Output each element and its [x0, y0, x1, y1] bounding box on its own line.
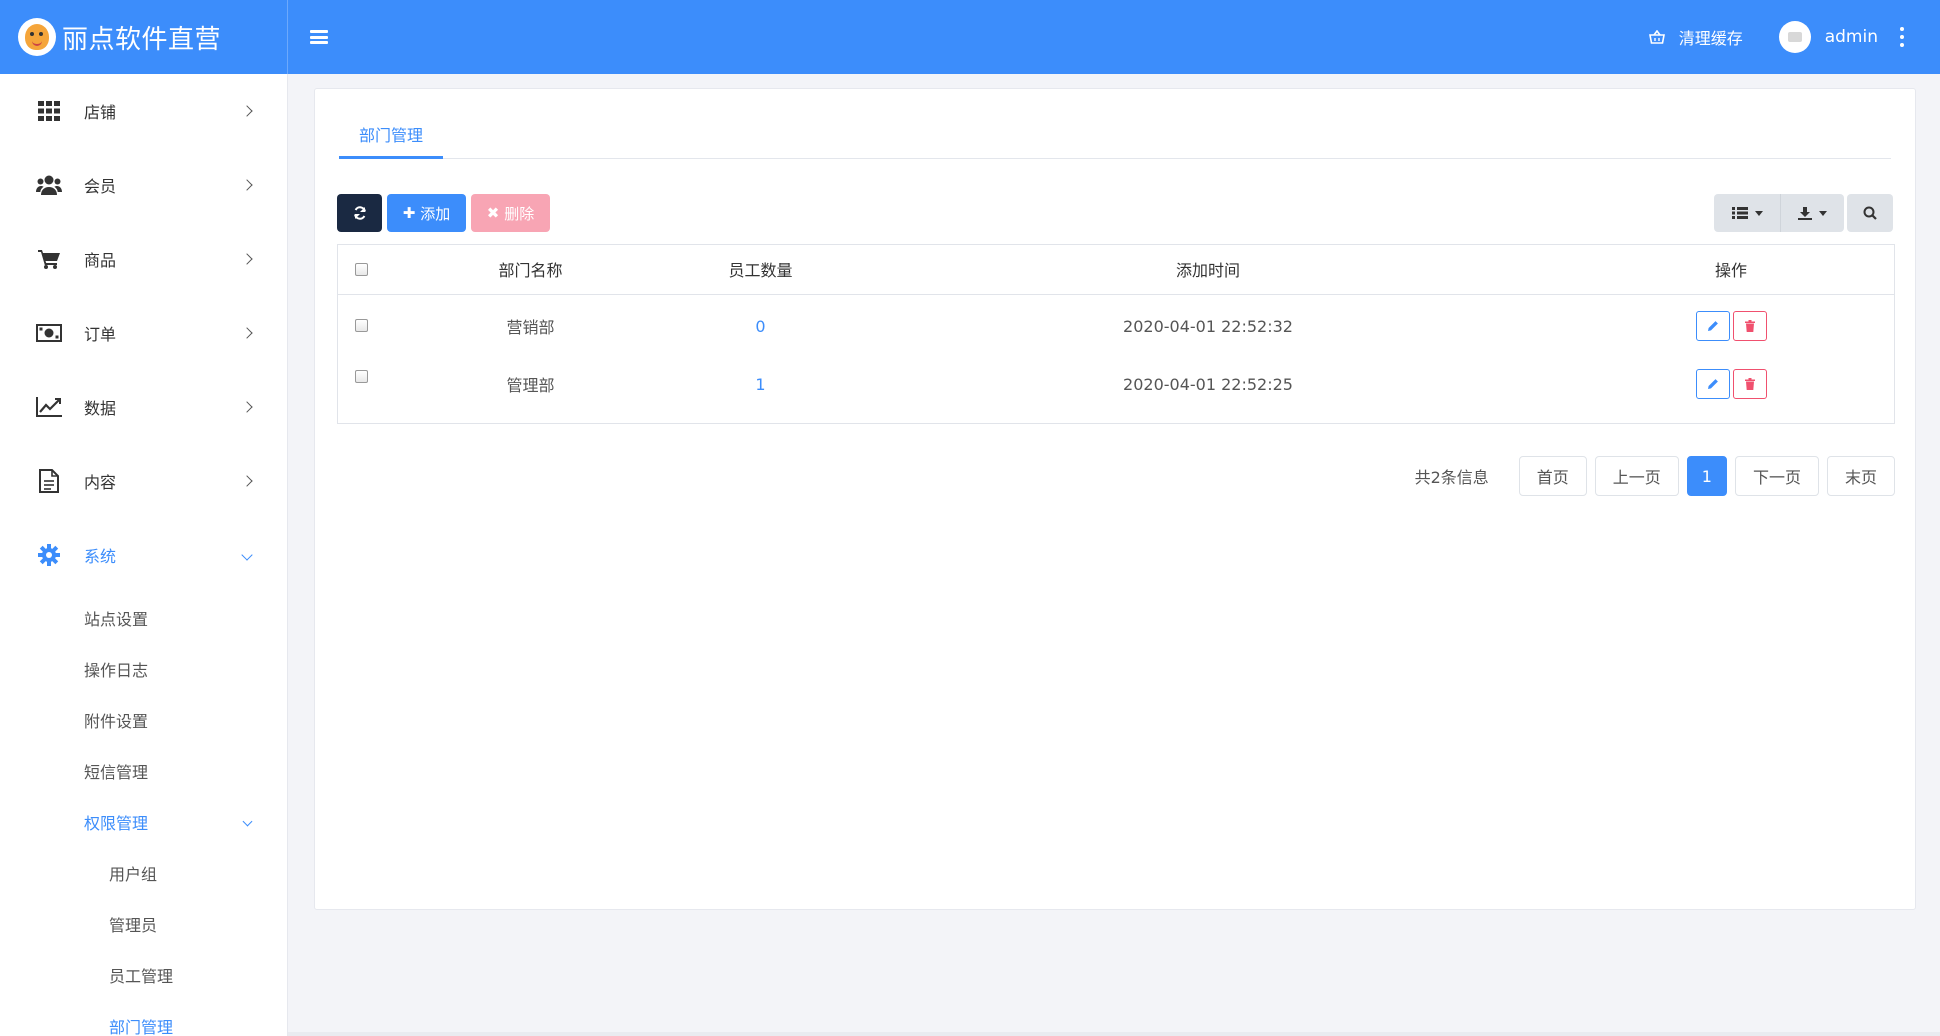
page-last-button[interactable]: 末页 [1826, 456, 1895, 496]
tab-bar: 部门管理 [339, 111, 1891, 159]
search-icon [1863, 206, 1877, 220]
sidebar-item-data[interactable]: 数据 [0, 370, 287, 444]
money-icon [36, 320, 62, 346]
search-button[interactable] [1847, 194, 1893, 232]
sidebar-sub-attachment-settings[interactable]: 附件设置 [0, 694, 287, 745]
table-tools [1714, 194, 1893, 232]
sidebar-sub-operation-log[interactable]: 操作日志 [0, 643, 287, 694]
sidebar-item-products[interactable]: 商品 [0, 222, 287, 296]
columns-toggle-button[interactable] [1714, 194, 1780, 232]
hamburger-icon[interactable] [310, 30, 328, 44]
plus-icon: ✚ [402, 204, 416, 222]
sidebar-sub-permissions[interactable]: 权限管理 [0, 796, 287, 847]
chevron-right-icon [241, 253, 253, 265]
chevron-right-icon [241, 401, 253, 413]
pagination: 共2条信息 首页 上一页 1 下一页 末页 [1415, 456, 1895, 496]
col-header-time[interactable]: 添加时间 [848, 245, 1568, 295]
user-menu[interactable]: admin [1778, 21, 1878, 53]
pagination-info: 共2条信息 [1414, 468, 1489, 487]
top-header: 丽点软件直营 清理缓存 admin [0, 0, 1940, 74]
caret-down-icon [1754, 210, 1763, 216]
chevron-right-icon [241, 327, 253, 339]
line-chart-icon [36, 394, 62, 420]
row-checkbox[interactable] [355, 318, 368, 332]
more-vertical-icon[interactable] [1900, 27, 1904, 47]
cell-count[interactable]: 0 [673, 294, 848, 358]
cell-count[interactable]: 1 [673, 358, 848, 422]
col-header-name[interactable]: 部门名称 [388, 245, 673, 295]
col-header-actions: 操作 [1568, 245, 1894, 295]
username: admin [1824, 27, 1878, 47]
sidebar-subsub-user-group[interactable]: 用户组 [0, 847, 287, 898]
chevron-right-icon [241, 475, 253, 487]
table-row: 管理部 1 2020-04-01 22:52:25 [338, 358, 1894, 422]
table-header-row: 部门名称 员工数量 添加时间 操作 [338, 245, 1894, 295]
brand[interactable]: 丽点软件直营 [0, 0, 288, 74]
refresh-icon [353, 206, 366, 220]
pencil-icon [1707, 379, 1718, 389]
refresh-button[interactable] [337, 194, 382, 232]
sidebar-item-members[interactable]: 会员 [0, 148, 287, 222]
chevron-right-icon [241, 105, 253, 117]
delete-button[interactable]: ✖ 删除 [471, 194, 550, 232]
department-table: 部门名称 员工数量 添加时间 操作 营销部 0 2020-04-01 22:52… [337, 244, 1895, 424]
avatar [1778, 21, 1811, 53]
main-panel: 部门管理 ✚ 添加 ✖ 删除 部门名称 员工数量 添加时间 操作 营销部 0 2… [314, 88, 1916, 910]
export-button[interactable] [1780, 194, 1844, 232]
footer-strip [288, 1032, 1940, 1036]
table-row: 营销部 0 2020-04-01 22:52:32 [338, 294, 1894, 358]
sidebar-item-orders[interactable]: 订单 [0, 296, 287, 370]
chevron-down-icon [241, 549, 253, 561]
sidebar-item-content[interactable]: 内容 [0, 444, 287, 518]
close-icon: ✖ [486, 204, 500, 222]
trash-icon [1744, 320, 1755, 333]
sidebar-item-store[interactable]: 店铺 [0, 74, 287, 148]
row-checkbox[interactable] [355, 370, 368, 383]
cell-time: 2020-04-01 22:52:25 [1123, 374, 1293, 394]
caret-down-icon [1819, 210, 1827, 216]
col-header-count[interactable]: 员工数量 [673, 245, 848, 295]
page-next-button[interactable]: 下一页 [1734, 456, 1819, 496]
cell-name: 管理部 [506, 376, 555, 395]
sidebar-item-system[interactable]: 系统 [0, 518, 287, 592]
edit-button[interactable] [1695, 369, 1730, 399]
select-all-checkbox[interactable] [355, 263, 368, 276]
page-first-button[interactable]: 首页 [1518, 456, 1587, 496]
cell-name: 营销部 [506, 318, 555, 338]
sidebar-subsub-admins[interactable]: 管理员 [0, 898, 287, 949]
edit-button[interactable] [1695, 311, 1730, 342]
trash-icon [1744, 378, 1755, 390]
brand-logo [18, 18, 56, 56]
sidebar: 店铺 会员 商品 订单 数据 内容 系统 站点设置 操作日志 附件设置 短信管理… [0, 74, 288, 1036]
gear-icon [36, 542, 62, 568]
sidebar-sub-sms[interactable]: 短信管理 [0, 745, 287, 796]
cart-icon [36, 246, 62, 272]
pencil-icon [1707, 321, 1718, 332]
delete-row-button[interactable] [1732, 369, 1767, 399]
chevron-down-icon [242, 816, 253, 827]
users-icon [36, 172, 62, 198]
list-icon [1731, 207, 1748, 219]
brand-title: 丽点软件直营 [62, 24, 222, 55]
download-icon [1798, 206, 1812, 220]
sidebar-sub-site-settings[interactable]: 站点设置 [0, 592, 287, 643]
sidebar-subsub-departments[interactable]: 部门管理 [0, 1000, 287, 1036]
page-current[interactable]: 1 [1686, 456, 1727, 496]
basket-icon [1648, 30, 1665, 44]
delete-row-button[interactable] [1732, 311, 1767, 342]
chevron-right-icon [241, 179, 253, 191]
file-icon [36, 468, 62, 494]
sidebar-subsub-staff[interactable]: 员工管理 [0, 949, 287, 1000]
add-button[interactable]: ✚ 添加 [387, 194, 466, 232]
grid-icon [36, 98, 62, 124]
cell-time: 2020-04-01 22:52:32 [1123, 316, 1293, 336]
toolbar: ✚ 添加 ✖ 删除 [337, 194, 1893, 232]
clear-cache-button[interactable]: 清理缓存 [1648, 25, 1743, 49]
clear-cache-label: 清理缓存 [1678, 29, 1743, 48]
tab-department-management[interactable]: 部门管理 [339, 111, 444, 159]
page-prev-button[interactable]: 上一页 [1594, 456, 1679, 496]
